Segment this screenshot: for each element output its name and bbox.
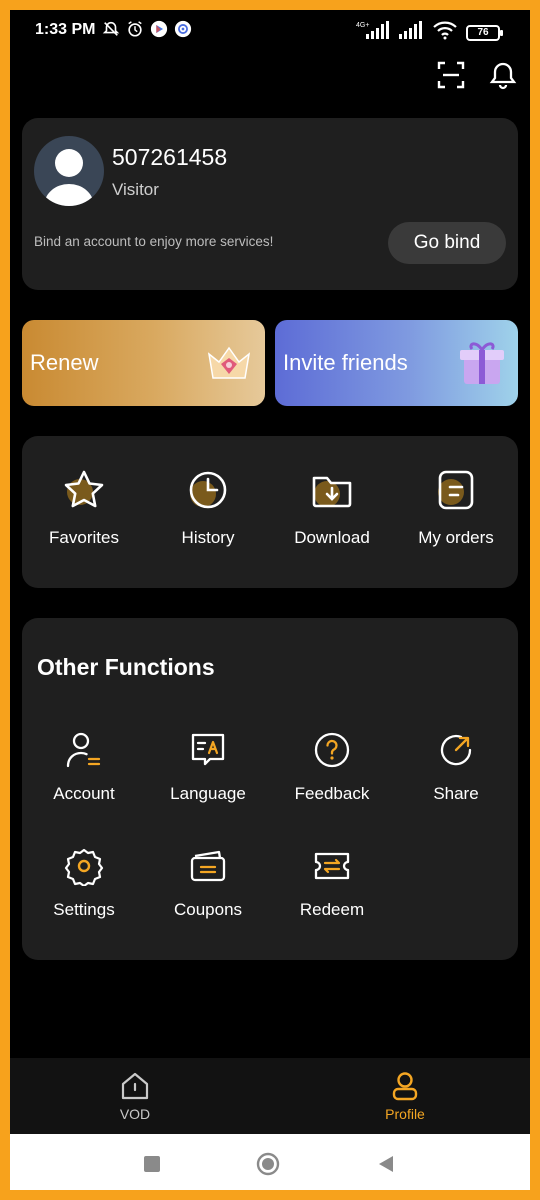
language-label: Language [170, 784, 246, 803]
coupon-icon [188, 846, 228, 886]
nav-profile[interactable]: Profile [355, 1070, 455, 1122]
favorites-button[interactable]: Favorites [22, 466, 146, 548]
nav-profile-label: Profile [385, 1106, 425, 1122]
header-actions [436, 60, 518, 90]
redeem-button[interactable]: Redeem [270, 846, 394, 920]
system-nav-bar [10, 1134, 530, 1190]
invite-friends-banner[interactable]: Invite friends [275, 320, 518, 406]
language-icon [188, 730, 228, 770]
language-button[interactable]: Language [146, 730, 270, 804]
share-icon [436, 730, 476, 770]
nav-vod-label: VOD [119, 1106, 151, 1122]
bell-off-icon [102, 20, 120, 38]
gear-icon [64, 846, 104, 888]
profile-card: 507261458 Visitor Bind an account to enj… [22, 118, 518, 290]
feedback-icon [312, 730, 352, 770]
account-icon [64, 730, 104, 770]
status-notification-icons [102, 20, 192, 38]
history-label: History [181, 528, 235, 547]
renew-label: Renew [30, 350, 99, 375]
nav-vod[interactable]: VOD [85, 1070, 185, 1122]
clock-icon [184, 466, 232, 514]
gift-box-icon [454, 334, 510, 390]
feedback-label: Feedback [294, 784, 370, 803]
status-time: 1:33 PM [35, 21, 96, 38]
status-bar: 1:33 PM 4G+ 76 [10, 10, 530, 50]
go-bind-button[interactable]: Go bind [388, 222, 506, 264]
coupons-button[interactable]: Coupons [146, 846, 270, 920]
star-icon [60, 466, 108, 514]
wifi-icon [432, 20, 458, 45]
user-id: 507261458 [112, 144, 228, 170]
back-triangle-icon[interactable] [374, 1152, 398, 1176]
other-functions-card: Other Functions Account Language Feedbac… [22, 618, 518, 960]
coupons-label: Coupons [173, 900, 243, 919]
scan-icon[interactable] [436, 60, 466, 90]
profile-icon [389, 1070, 421, 1102]
home-icon [119, 1070, 151, 1102]
crown-gem-icon [201, 334, 257, 390]
other-functions-title: Other Functions [37, 654, 215, 680]
alarm-icon [126, 20, 144, 38]
bind-hint-text: Bind an account to enjoy more services! [34, 234, 274, 249]
redeem-label: Redeem [299, 900, 365, 919]
play-store-icon [150, 20, 168, 38]
settings-button[interactable]: Settings [22, 846, 146, 920]
app-notification-icon [174, 20, 192, 38]
quick-actions-card: Favorites History Download My orders [22, 436, 518, 588]
account-button[interactable]: Account [22, 730, 146, 804]
invite-label: Invite friends [283, 350, 408, 375]
share-label: Share [433, 784, 479, 803]
home-circle-icon[interactable] [256, 1152, 280, 1176]
favorites-label: Favorites [49, 528, 119, 547]
download-folder-icon [308, 466, 356, 514]
settings-label: Settings [53, 900, 115, 919]
status-system-icons: 4G+ 76 [356, 20, 503, 45]
notification-bell-icon[interactable] [488, 60, 518, 90]
feedback-button[interactable]: Feedback [270, 730, 394, 804]
my-orders-label: My orders [418, 528, 494, 547]
app-screen: 1:33 PM 4G+ 76 507261458 Visitor Bind an… [10, 10, 530, 1190]
renew-banner[interactable]: Renew [22, 320, 265, 406]
signal-4g-icon: 4G+ [356, 20, 390, 45]
signal-icon [398, 20, 424, 45]
account-label: Account [53, 784, 115, 803]
redeem-icon [312, 846, 352, 886]
bottom-nav: VOD Profile [10, 1058, 530, 1134]
download-label: Download [294, 528, 370, 547]
share-button[interactable]: Share [394, 730, 518, 804]
network-label: 4G+ [356, 22, 369, 29]
recents-square-icon[interactable] [140, 1152, 164, 1176]
avatar[interactable] [34, 136, 104, 206]
history-button[interactable]: History [146, 466, 270, 548]
user-role: Visitor [112, 180, 159, 199]
orders-icon [432, 466, 480, 514]
battery-indicator: 76 [466, 24, 503, 41]
download-button[interactable]: Download [270, 466, 394, 548]
my-orders-button[interactable]: My orders [394, 466, 518, 548]
